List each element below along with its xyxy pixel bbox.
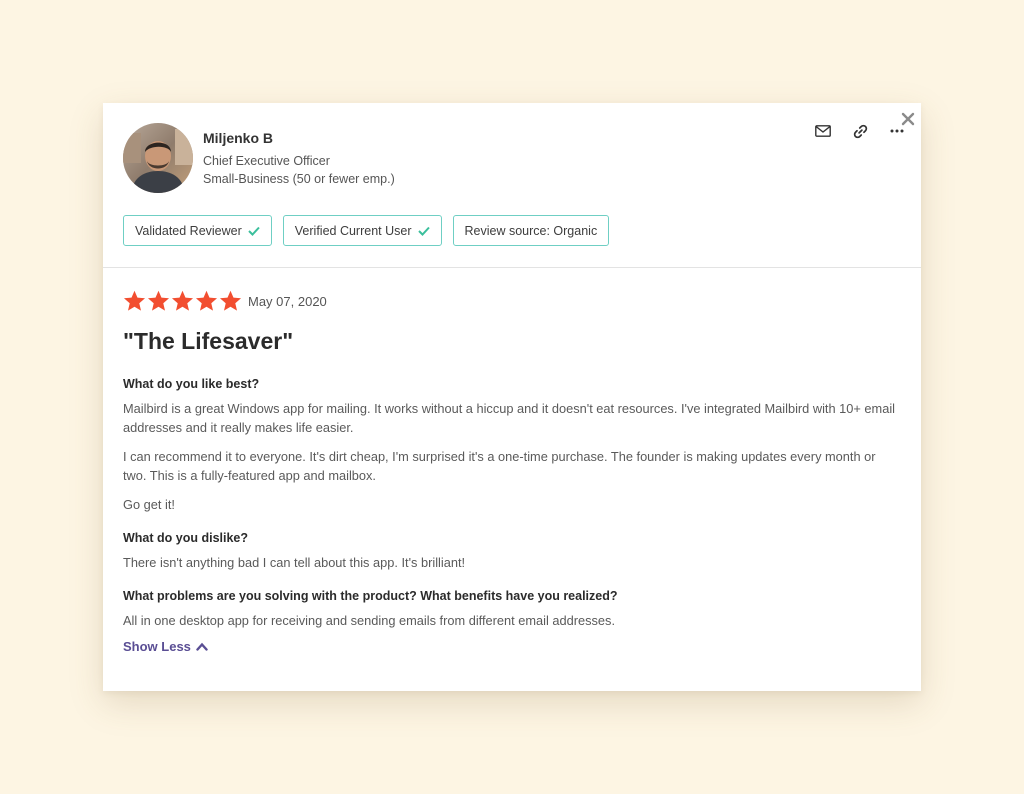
reviewer-header: Miljenko B Chief Executive Officer Small…: [103, 103, 921, 268]
review-card: Miljenko B Chief Executive Officer Small…: [103, 103, 921, 691]
checkmark-icon: [417, 226, 430, 236]
more-options-icon[interactable]: [887, 123, 907, 139]
show-less-link[interactable]: Show Less: [123, 639, 208, 654]
answer-paragraph: Mailbird is a great Windows app for mail…: [123, 401, 895, 435]
link-icon[interactable]: [850, 123, 870, 139]
answer-paragraph: Go get it!: [123, 497, 175, 512]
question-dislike: What do you dislike?: [123, 531, 249, 545]
review-actions: [813, 123, 907, 139]
reviewer-name: Miljenko B: [203, 130, 274, 146]
envelope-icon[interactable]: [813, 123, 833, 139]
badge-label: Validated Reviewer: [135, 223, 242, 238]
star-rating: [123, 290, 242, 312]
badge-label: Verified Current User: [294, 223, 412, 238]
star-icon: [147, 290, 170, 311]
review-body: May 07, 2020 "The Lifesaver" What do you…: [103, 268, 921, 656]
reviewer-title: Chief Executive Officer: [203, 154, 330, 168]
reviewer-badges: Validated Reviewer Verified Current User…: [123, 215, 610, 246]
rating-row: May 07, 2020: [123, 290, 901, 312]
answer-paragraph: All in one desktop app for receiving and…: [123, 613, 616, 628]
star-icon: [123, 290, 146, 311]
answer-paragraph: I can recommend it to everyone. It's dir…: [123, 449, 876, 483]
question-like-best: What do you like best?: [123, 377, 260, 391]
chevron-up-icon: [196, 642, 208, 651]
question-problems-solved: What problems are you solving with the p…: [123, 589, 618, 603]
badge-validated-reviewer: Validated Reviewer: [123, 215, 272, 246]
badge-verified-current-user: Verified Current User: [282, 215, 442, 246]
badge-label: Review source: Organic: [464, 223, 598, 238]
answer-paragraph: There isn't anything bad I can tell abou…: [123, 555, 466, 570]
checkmark-icon: [248, 226, 260, 236]
review-title: "The Lifesaver": [123, 328, 294, 354]
star-icon: [195, 290, 218, 311]
review-date: May 07, 2020: [248, 293, 327, 309]
avatar: [123, 123, 193, 193]
show-less-label: Show Less: [123, 639, 191, 654]
star-icon: [171, 290, 194, 311]
badge-review-source: Review source: Organic: [452, 215, 610, 246]
reviewer-company-size: Small-Business (50 or fewer emp.): [203, 172, 395, 186]
star-icon: [219, 290, 242, 311]
